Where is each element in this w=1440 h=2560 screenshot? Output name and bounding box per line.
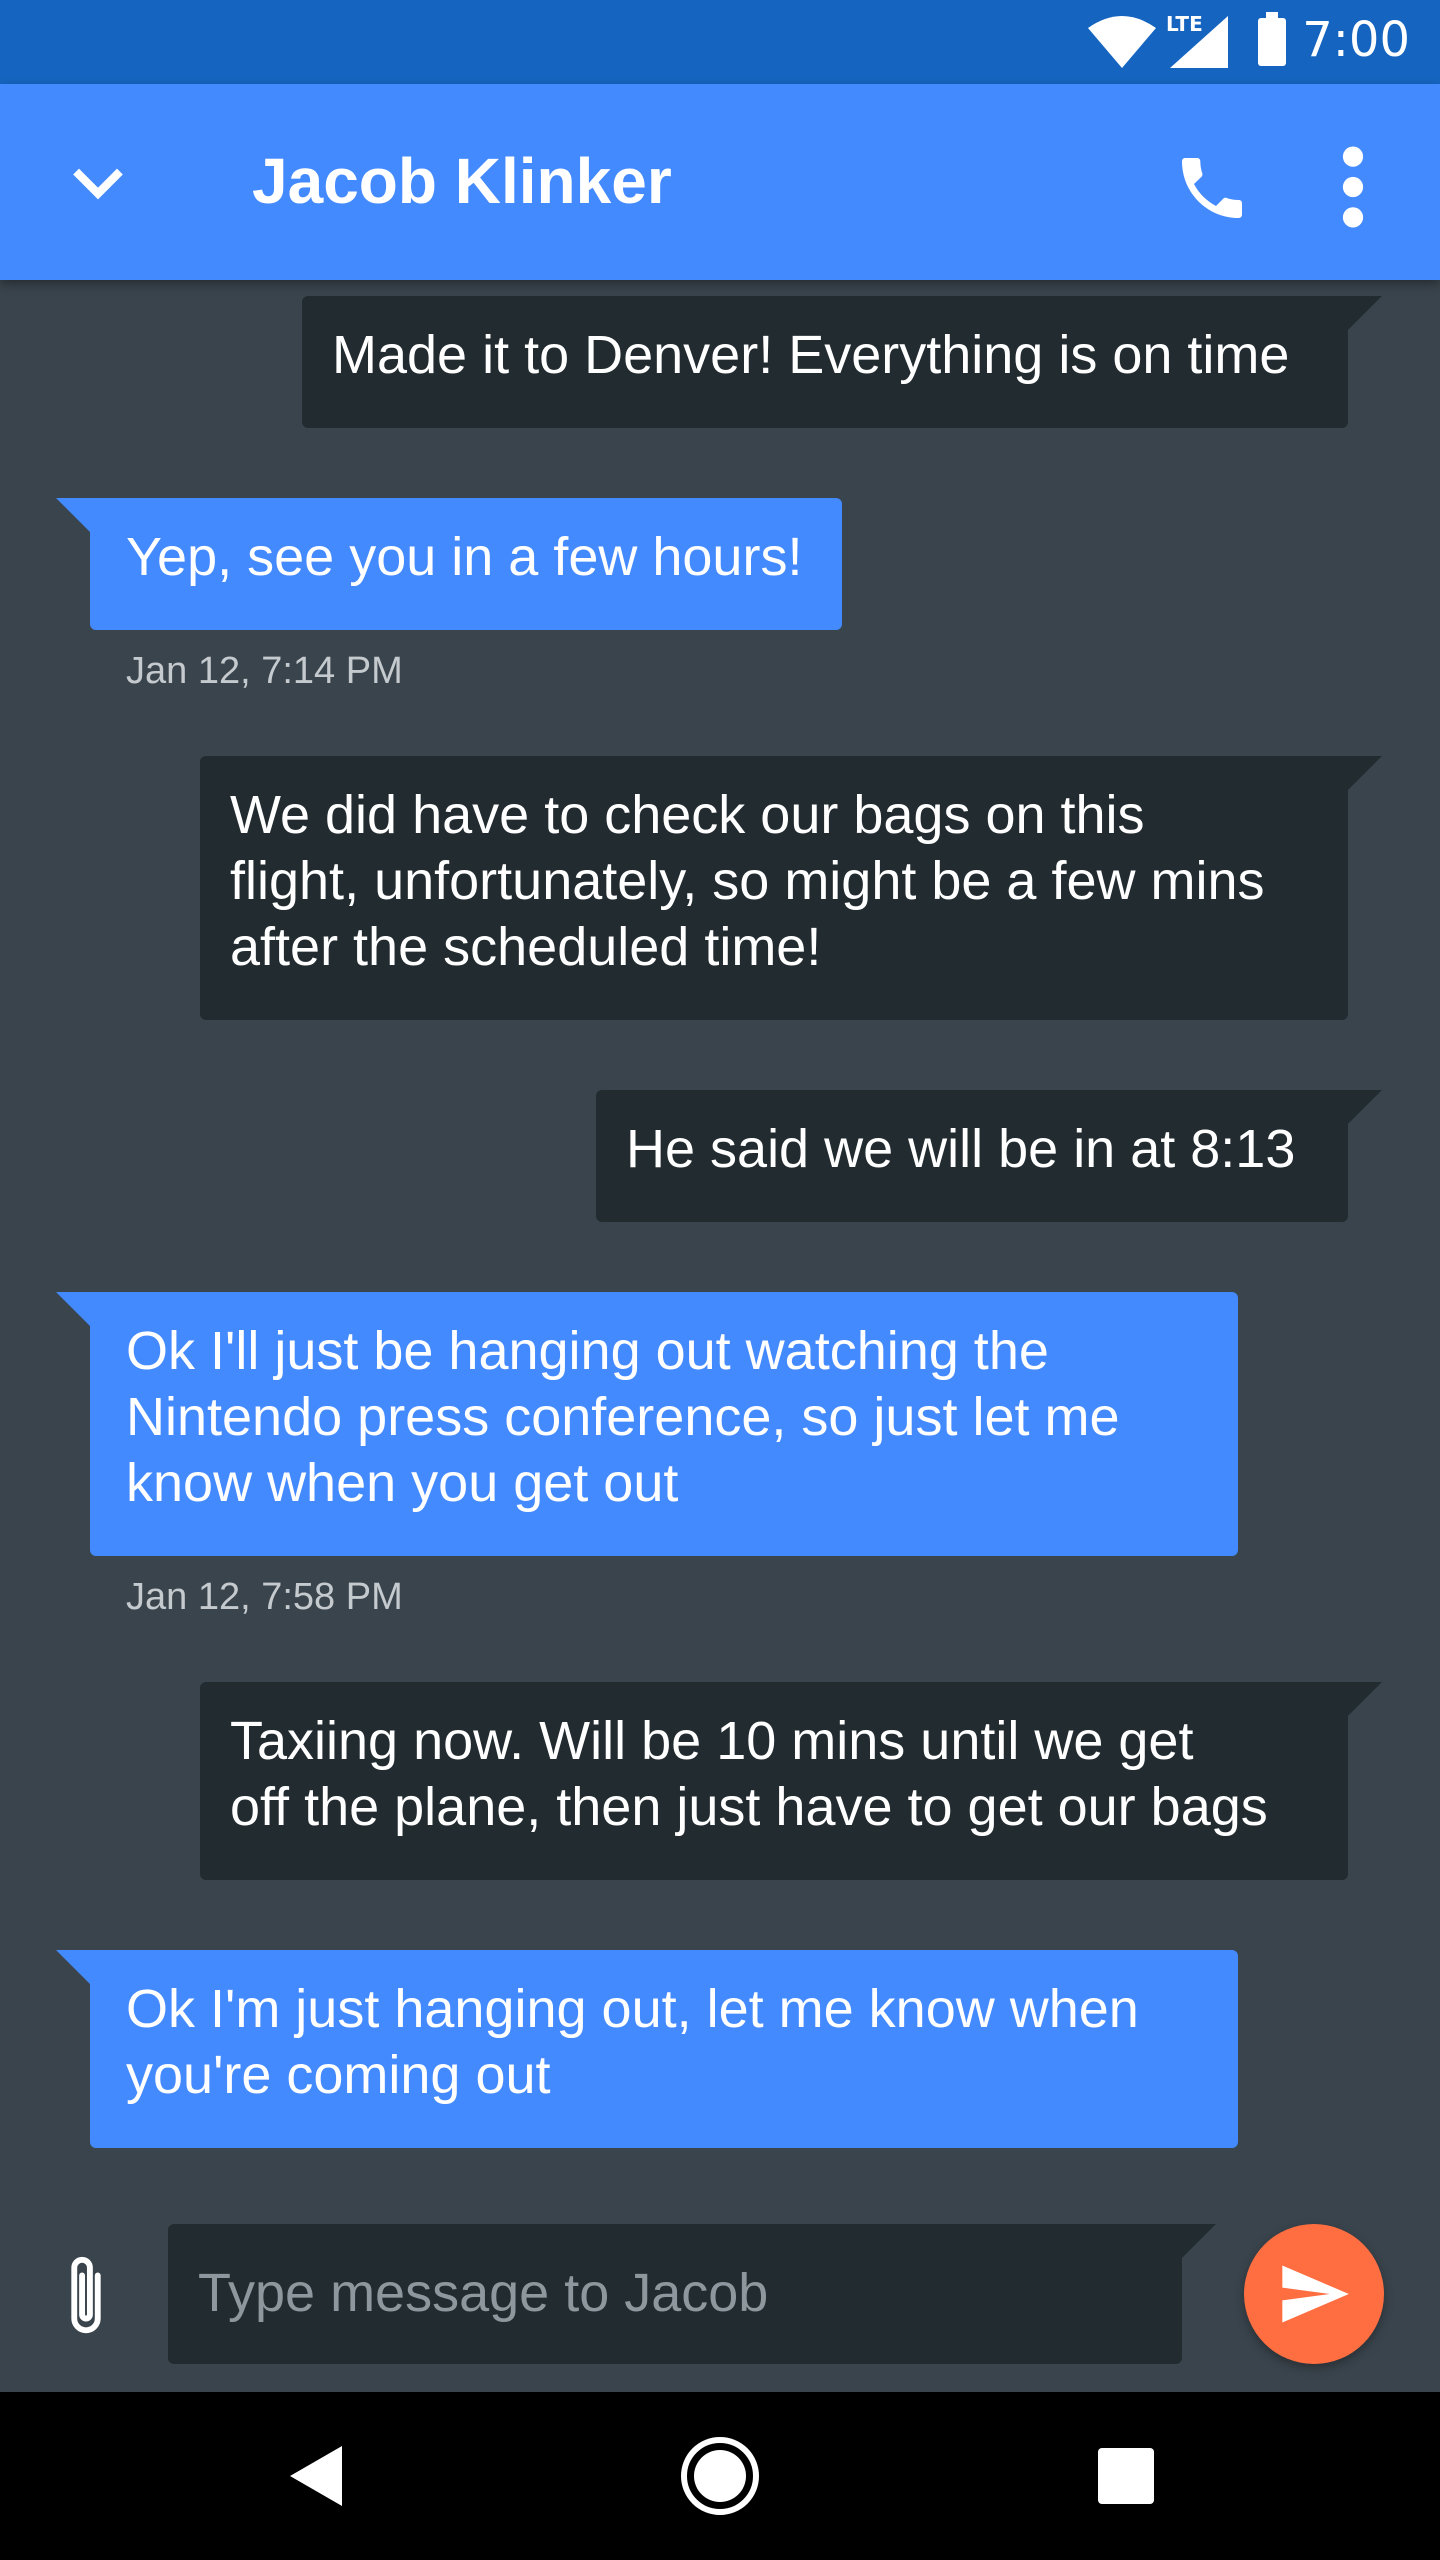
- nav-recents-icon[interactable]: [1098, 2448, 1154, 2504]
- conversation-toolbar: Jacob Klinker: [0, 84, 1440, 280]
- message-text-line: flight, unfortunately, so might be a few…: [230, 851, 1265, 911]
- status-time: 7:00: [1302, 12, 1410, 68]
- message-text-line: after the scheduled time!: [230, 917, 822, 977]
- message-text: Yep, see you in a few hours!: [126, 527, 803, 587]
- message-composer: Type message to Jacob: [0, 2180, 1440, 2390]
- wifi-icon: [1088, 16, 1156, 68]
- contact-name: Jacob Klinker: [252, 145, 672, 217]
- message-bubble-sent[interactable]: He said we will be in at 8:13: [596, 1090, 1382, 1222]
- message-text-line: off the plane, then just have to get our…: [230, 1777, 1268, 1837]
- message-text-line: know when you get out: [126, 1453, 679, 1513]
- message-bubble-received[interactable]: Yep, see you in a few hours!: [56, 498, 842, 630]
- message-timestamp: Jan 12, 7:58 PM: [126, 1576, 403, 1618]
- nav-home-icon[interactable]: [680, 2436, 760, 2516]
- message-bubble-received[interactable]: Ok I'll just be hanging out watching the…: [56, 1292, 1238, 1556]
- nav-back-icon[interactable]: [288, 2444, 344, 2508]
- message-input[interactable]: Type message to Jacob: [168, 2224, 1216, 2364]
- message-bubble-sent[interactable]: Made it to Denver! Everything is on time: [302, 296, 1382, 428]
- message-text-line: you're coming out: [126, 2045, 551, 2105]
- chevron-down-icon[interactable]: [60, 146, 136, 222]
- signal-icon: [1170, 16, 1228, 68]
- message-text-line: Nintendo press conference, so just let m…: [126, 1387, 1120, 1447]
- status-bar: LTE 7:00: [0, 0, 1440, 84]
- send-icon: [1282, 2265, 1349, 2323]
- message-timestamp: Jan 12, 7:14 PM: [126, 650, 403, 692]
- message-input-placeholder: Type message to Jacob: [198, 2263, 769, 2323]
- message-text-line: Ok I'll just be hanging out watching the: [126, 1321, 1049, 1381]
- message-text: He said we will be in at 8:13: [626, 1119, 1296, 1179]
- send-button[interactable]: [1244, 2224, 1384, 2364]
- system-nav-bar: [0, 2392, 1440, 2560]
- message-text-line: We did have to check our bags on this: [230, 785, 1145, 845]
- message-bubble-sent[interactable]: Taxiing now. Will be 10 mins until we ge…: [200, 1682, 1382, 1880]
- message-text-line: Taxiing now. Will be 10 mins until we ge…: [230, 1711, 1194, 1771]
- paperclip-icon[interactable]: [58, 2252, 114, 2342]
- battery-icon: [1258, 12, 1286, 66]
- message-text-line: Ok I'm just hanging out, let me know whe…: [126, 1979, 1139, 2039]
- message-text: Made it to Denver! Everything is on time: [332, 325, 1290, 385]
- phone-icon[interactable]: [1172, 148, 1252, 228]
- more-vert-icon[interactable]: [1328, 144, 1378, 230]
- message-bubble-sent[interactable]: We did have to check our bags on this fl…: [200, 756, 1382, 1020]
- message-bubble-received[interactable]: Ok I'm just hanging out, let me know whe…: [56, 1950, 1238, 2148]
